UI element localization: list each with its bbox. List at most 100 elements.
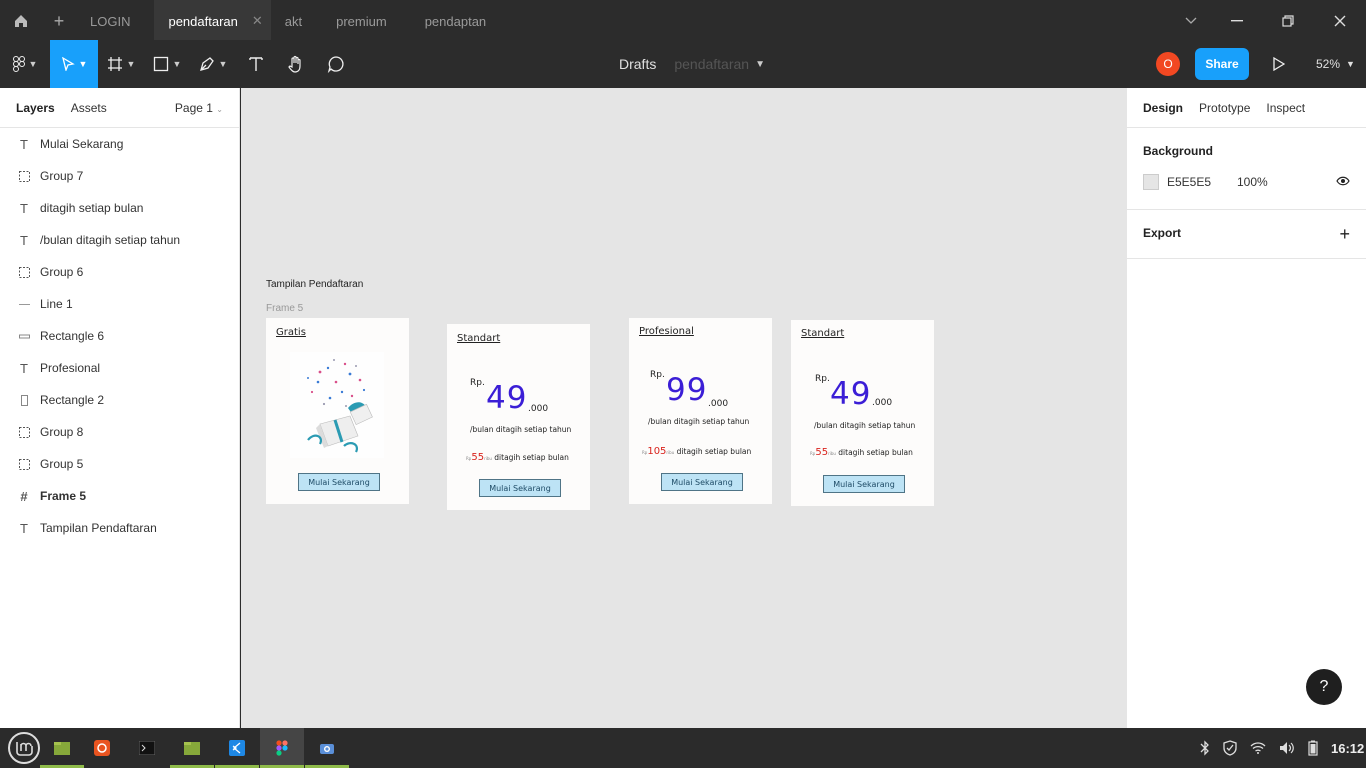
text-icon: T — [20, 360, 28, 376]
layer-item[interactable]: Rectangle 2 — [0, 384, 239, 416]
tab-premium[interactable]: premium — [322, 0, 401, 42]
layer-item[interactable]: # Frame 5 — [0, 480, 239, 512]
frame-tool[interactable]: ▼ — [98, 40, 144, 88]
bluetooth-icon[interactable] — [1200, 740, 1210, 756]
currency-label: Rp. — [650, 370, 665, 380]
file-name[interactable]: pendaftaran — [674, 56, 749, 72]
layer-item[interactable]: T Profesional — [0, 352, 239, 384]
card-gratis[interactable]: Gratis Mulai Sekarang — [266, 318, 409, 504]
layer-item[interactable]: Group 7 — [0, 160, 239, 192]
price-suffix: .000 — [872, 398, 893, 408]
layer-item[interactable]: T/bulan ditagih setiap tahun — [0, 224, 239, 256]
layer-label: Group 8 — [40, 425, 84, 439]
layer-item[interactable]: Group 5 — [0, 448, 239, 480]
layer-item[interactable]: T Mulai Sekarang — [0, 128, 239, 160]
tab-assets[interactable]: Assets — [71, 101, 107, 115]
tabs-dropdown-button[interactable] — [1166, 0, 1216, 42]
card-standart[interactable]: Standart Rp. 49 .000 /bulan ditagih seti… — [791, 320, 934, 506]
chevron-down-icon: ▼ — [126, 59, 136, 69]
background-section: Background E5E5E5 100% — [1127, 128, 1366, 210]
mulai-sekarang-button[interactable]: Mulai Sekarang — [823, 475, 905, 493]
taskbar-show-desktop[interactable] — [40, 728, 84, 768]
zoom-level[interactable]: 52% — [1316, 57, 1340, 71]
taskbar-screenshot[interactable] — [305, 728, 349, 768]
layer-item[interactable]: Group 6 — [0, 256, 239, 288]
move-tool[interactable]: ▼ — [50, 40, 98, 88]
layer-item[interactable]: Group 8 — [0, 416, 239, 448]
add-export-icon[interactable]: + — [1339, 224, 1350, 245]
tab-pendaftaran[interactable]: pendaftaran ✕ — [154, 0, 271, 42]
new-tab-button[interactable]: + — [42, 0, 76, 42]
tab-prototype[interactable]: Prototype — [1199, 101, 1250, 115]
text-tool[interactable] — [236, 40, 276, 88]
background-fill-row: E5E5E5 100% — [1143, 174, 1350, 190]
taskbar-files[interactable] — [170, 728, 214, 768]
restore-button[interactable] — [1263, 0, 1313, 42]
tab-design[interactable]: Design — [1143, 101, 1183, 115]
battery-icon[interactable] — [1308, 740, 1318, 756]
page-name[interactable]: Page 1 — [175, 101, 213, 115]
close-window-button[interactable] — [1315, 0, 1365, 42]
layer-item[interactable]: Line 1 — [0, 288, 239, 320]
main-menu-button[interactable]: ▼ — [0, 40, 50, 88]
chevron-down-icon: ▼ — [1346, 59, 1355, 69]
background-swatch[interactable] — [1143, 174, 1159, 190]
card-profesional[interactable]: Profesional Rp. 99 .000 /bulan ditagih s… — [629, 318, 772, 504]
eye-icon[interactable] — [1336, 175, 1350, 189]
mulai-sekarang-button[interactable]: Mulai Sekarang — [479, 479, 561, 497]
billing-description: /bulan ditagih setiap tahun — [814, 421, 916, 430]
home-button[interactable] — [0, 0, 42, 42]
clock[interactable]: 16:12 — [1331, 741, 1364, 756]
alt-billing: Rp55ribu ditagih setiap bulan — [810, 447, 913, 458]
layer-item[interactable]: T Tampilan Pendaftaran — [0, 512, 239, 544]
zoom-menu[interactable]: 52% ▼ — [1316, 40, 1355, 88]
layer-item[interactable]: Rectangle 6 — [0, 320, 239, 352]
file-location[interactable]: Drafts pendaftaran ▼ — [619, 40, 765, 88]
taskbar-terminal[interactable] — [125, 728, 169, 768]
layers-panel: Layers Assets Page 1 ⌄ T Mulai Sekarang G… — [0, 88, 240, 728]
price-value: 49 — [486, 380, 528, 416]
taskbar-vscode[interactable] — [215, 728, 259, 768]
volume-icon[interactable] — [1279, 741, 1295, 755]
frame-icon: # — [20, 488, 28, 504]
mulai-sekarang-button[interactable]: Mulai Sekarang — [298, 473, 380, 491]
line-icon — [18, 298, 30, 310]
tab-inspect[interactable]: Inspect — [1266, 101, 1305, 115]
card-standart[interactable]: Standart Rp. 49 .000 /bulan ditagih seti… — [447, 324, 590, 510]
mulai-sekarang-button[interactable]: Mulai Sekarang — [661, 473, 743, 491]
frame-label[interactable]: Frame 5 — [266, 303, 303, 314]
taskbar-firefox[interactable] — [80, 728, 124, 768]
page-selector[interactable]: Page 1 ⌄ — [175, 101, 223, 115]
present-button[interactable] — [1268, 52, 1290, 76]
share-button[interactable]: Share — [1195, 48, 1249, 80]
tab-pendaptan[interactable]: pendaptan — [411, 0, 500, 42]
shape-tool[interactable]: ▼ — [144, 40, 190, 88]
background-hex-input[interactable]: E5E5E5 — [1167, 175, 1237, 189]
chevron-down-icon[interactable]: ▼ — [755, 59, 765, 70]
help-button[interactable]: ? — [1306, 669, 1342, 705]
design-canvas[interactable]: Tampilan Pendaftaran Frame 5 Gratis Mula… — [241, 88, 1126, 728]
background-opacity-input[interactable]: 100% — [1237, 175, 1268, 189]
shield-icon[interactable] — [1223, 740, 1237, 756]
comment-tool[interactable] — [316, 40, 356, 88]
text-icon: T — [20, 200, 28, 216]
tab-akt[interactable]: akt — [271, 0, 316, 42]
mint-logo-icon — [8, 732, 40, 764]
rectangle-icon — [153, 56, 168, 72]
tab-layers[interactable]: Layers — [16, 101, 55, 115]
minimize-button[interactable] — [1212, 0, 1262, 42]
figma-icon — [276, 740, 288, 756]
price-value: 99 — [666, 372, 708, 408]
canvas-page-title[interactable]: Tampilan Pendaftaran — [266, 279, 363, 290]
pen-tool[interactable]: ▼ — [190, 40, 236, 88]
text-icon: T — [20, 232, 28, 248]
drafts-label[interactable]: Drafts — [619, 56, 656, 72]
taskbar-figma[interactable] — [260, 728, 304, 768]
chevron-down-icon: ▼ — [172, 59, 182, 69]
tab-login[interactable]: LOGIN — [76, 0, 144, 42]
avatar[interactable]: O — [1156, 52, 1180, 76]
wifi-icon[interactable] — [1250, 742, 1266, 754]
layer-item[interactable]: Tditagih setiap bulan — [0, 192, 239, 224]
hand-tool[interactable] — [276, 40, 316, 88]
close-tab-icon[interactable]: ✕ — [252, 13, 263, 29]
